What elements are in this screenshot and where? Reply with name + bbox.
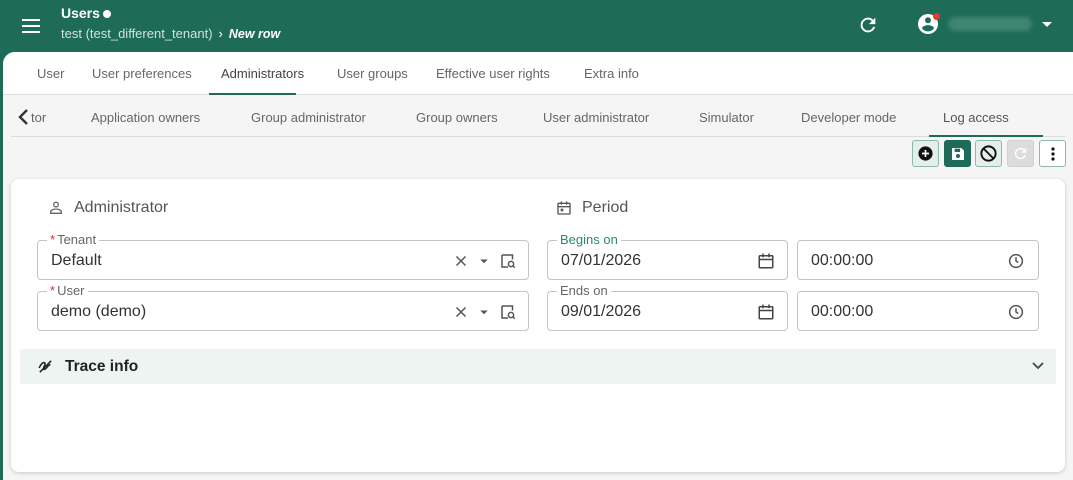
secondary-tabs: tor Application owners Group administrat… — [11, 96, 1065, 137]
refresh-icon — [1014, 147, 1027, 160]
user-name-redacted — [948, 17, 1032, 31]
tab-extra-info[interactable]: Extra info — [584, 52, 639, 95]
required-mark: * — [50, 283, 56, 298]
trace-info-label: Trace info — [65, 358, 139, 375]
clear-icon[interactable] — [452, 252, 470, 270]
unsaved-indicator-icon — [102, 9, 111, 18]
clock-icon[interactable] — [1007, 303, 1025, 321]
page-title: Users — [61, 5, 280, 21]
clock-icon[interactable] — [1007, 252, 1025, 270]
chevron-left-icon[interactable] — [16, 108, 32, 126]
cancel-icon — [980, 145, 997, 162]
account-circle-icon — [916, 12, 940, 36]
tenant-field[interactable]: * Tenant Default — [37, 233, 529, 280]
save-icon — [951, 147, 964, 160]
user-menu[interactable] — [916, 12, 1052, 36]
form-card: Administrator Period * Tenant Default * Us… — [11, 179, 1065, 472]
tenant-label: * Tenant — [47, 232, 100, 247]
add-button[interactable] — [912, 140, 939, 167]
title-area: Users test (test_different_tenant) › New… — [61, 5, 280, 41]
tab-collaborator-truncated[interactable]: tor — [31, 96, 46, 137]
chevron-right-icon: › — [218, 26, 223, 41]
trace-icon — [38, 360, 52, 373]
breadcrumb-tenant[interactable]: test (test_different_tenant) — [61, 26, 213, 41]
ends-on-time-field[interactable]: 00:00:00 — [797, 291, 1039, 331]
ends-on-label: Ends on — [557, 284, 611, 298]
tab-user-groups[interactable]: User groups — [337, 52, 408, 95]
tenant-value: Default — [51, 252, 102, 269]
clear-icon[interactable] — [452, 303, 470, 321]
tab-simulator[interactable]: Simulator — [699, 96, 754, 137]
breadcrumb: test (test_different_tenant) › New row — [61, 26, 280, 41]
primary-tabs: User User preferences Administrators Use… — [3, 52, 1073, 95]
caret-down-icon — [1042, 21, 1052, 27]
toolbar — [3, 140, 1073, 167]
add-icon — [918, 146, 933, 161]
tab-effective-user-rights[interactable]: Effective user rights — [436, 52, 550, 95]
main-panel: User User preferences Administrators Use… — [3, 52, 1073, 480]
user-label-text: User — [57, 283, 85, 298]
tab-user-preferences[interactable]: User preferences — [92, 52, 192, 95]
user-label: * User — [47, 284, 88, 298]
tab-user-administrator[interactable]: User administrator — [543, 96, 649, 137]
more-vertical-icon — [1050, 146, 1055, 161]
tab-administrators[interactable]: Administrators — [221, 52, 304, 95]
tab-user[interactable]: User — [37, 52, 64, 95]
ends-on-date-field[interactable]: Ends on 09/01/2026 — [547, 284, 788, 331]
begins-on-label: Begins on — [557, 233, 621, 247]
calendar-icon — [557, 201, 571, 215]
period-section-title: Period — [556, 199, 628, 217]
trace-info-expander[interactable]: Trace info — [20, 349, 1056, 384]
lookup-search-icon[interactable] — [499, 252, 517, 270]
begins-on-date-field[interactable]: Begins on 07/01/2026 — [547, 233, 788, 280]
more-button[interactable] — [1039, 140, 1066, 167]
ends-on-time-value: 00:00:00 — [811, 303, 874, 320]
active-tab-indicator — [209, 93, 296, 95]
tab-group-administrator[interactable]: Group administrator — [251, 96, 366, 137]
tab-group-owners[interactable]: Group owners — [416, 96, 498, 137]
app-header: Users test (test_different_tenant) › New… — [0, 0, 1073, 52]
calendar-icon[interactable] — [757, 303, 775, 321]
user-field[interactable]: * User demo (demo) — [37, 284, 529, 331]
save-button[interactable] — [944, 140, 971, 167]
cancel-button[interactable] — [975, 140, 1002, 167]
required-mark: * — [50, 232, 56, 247]
person-outline-icon — [50, 201, 62, 214]
calendar-icon[interactable] — [757, 252, 775, 270]
ends-on-date-value: 09/01/2026 — [561, 303, 642, 320]
user-value: demo (demo) — [51, 303, 147, 320]
lookup-search-icon[interactable] — [499, 303, 517, 321]
reload-button — [1007, 140, 1034, 167]
app-title-text: Users — [61, 5, 100, 21]
tenant-label-text: Tenant — [57, 232, 97, 247]
refresh-icon[interactable] — [857, 14, 879, 36]
administrator-title-text: Administrator — [74, 199, 169, 216]
chevron-down-icon — [1032, 362, 1044, 370]
begins-on-time-field[interactable]: 00:00:00 — [797, 240, 1039, 280]
period-title-text: Period — [582, 199, 629, 216]
administrator-section-title: Administrator — [48, 199, 168, 217]
notification-badge — [933, 13, 940, 20]
begins-on-time-value: 00:00:00 — [811, 252, 874, 269]
hamburger-menu-icon[interactable] — [20, 14, 44, 38]
dropdown-arrow-icon[interactable] — [475, 252, 493, 270]
tab-application-owners[interactable]: Application owners — [91, 96, 200, 137]
dropdown-arrow-icon[interactable] — [475, 303, 493, 321]
active-subtab-indicator — [929, 135, 1043, 137]
begins-on-date-value: 07/01/2026 — [561, 252, 642, 269]
tab-developer-mode[interactable]: Developer mode — [801, 96, 896, 137]
tab-log-access[interactable]: Log access — [943, 96, 1009, 137]
breadcrumb-current: New row — [228, 26, 281, 41]
